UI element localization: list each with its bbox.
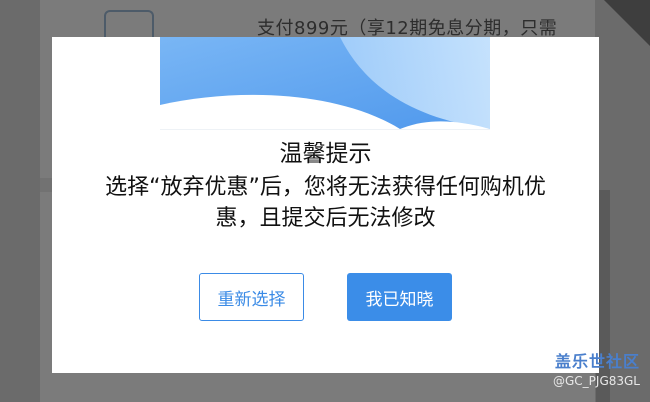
acknowledge-button[interactable]: 我已知晓 xyxy=(347,273,452,321)
dialog-message-line: 惠，且提交后无法修改 xyxy=(215,206,436,231)
dialog-banner-illustration xyxy=(160,37,490,130)
dialog-message-line: 选择“放弃优惠”后，您将无法获得任何购机优 xyxy=(105,175,546,200)
watermark-username: @GC_PJG83GL xyxy=(552,374,640,388)
dialog-message: 选择“放弃优惠”后，您将无法获得任何购机优 惠，且提交后无法修改 xyxy=(52,172,599,234)
watermark-logo: 盖乐世社区 xyxy=(554,352,640,371)
corner-shadow xyxy=(604,0,650,46)
community-watermark: 盖乐世社区 @GC_PJG83GL xyxy=(553,353,640,391)
notice-dialog: 温馨提示 选择“放弃优惠”后，您将无法获得任何购机优 惠，且提交后无法修改 重新… xyxy=(52,37,599,373)
reselect-button[interactable]: 重新选择 xyxy=(199,273,304,321)
banner-wave-graphic xyxy=(160,37,490,129)
dialog-title: 温馨提示 xyxy=(279,141,372,167)
